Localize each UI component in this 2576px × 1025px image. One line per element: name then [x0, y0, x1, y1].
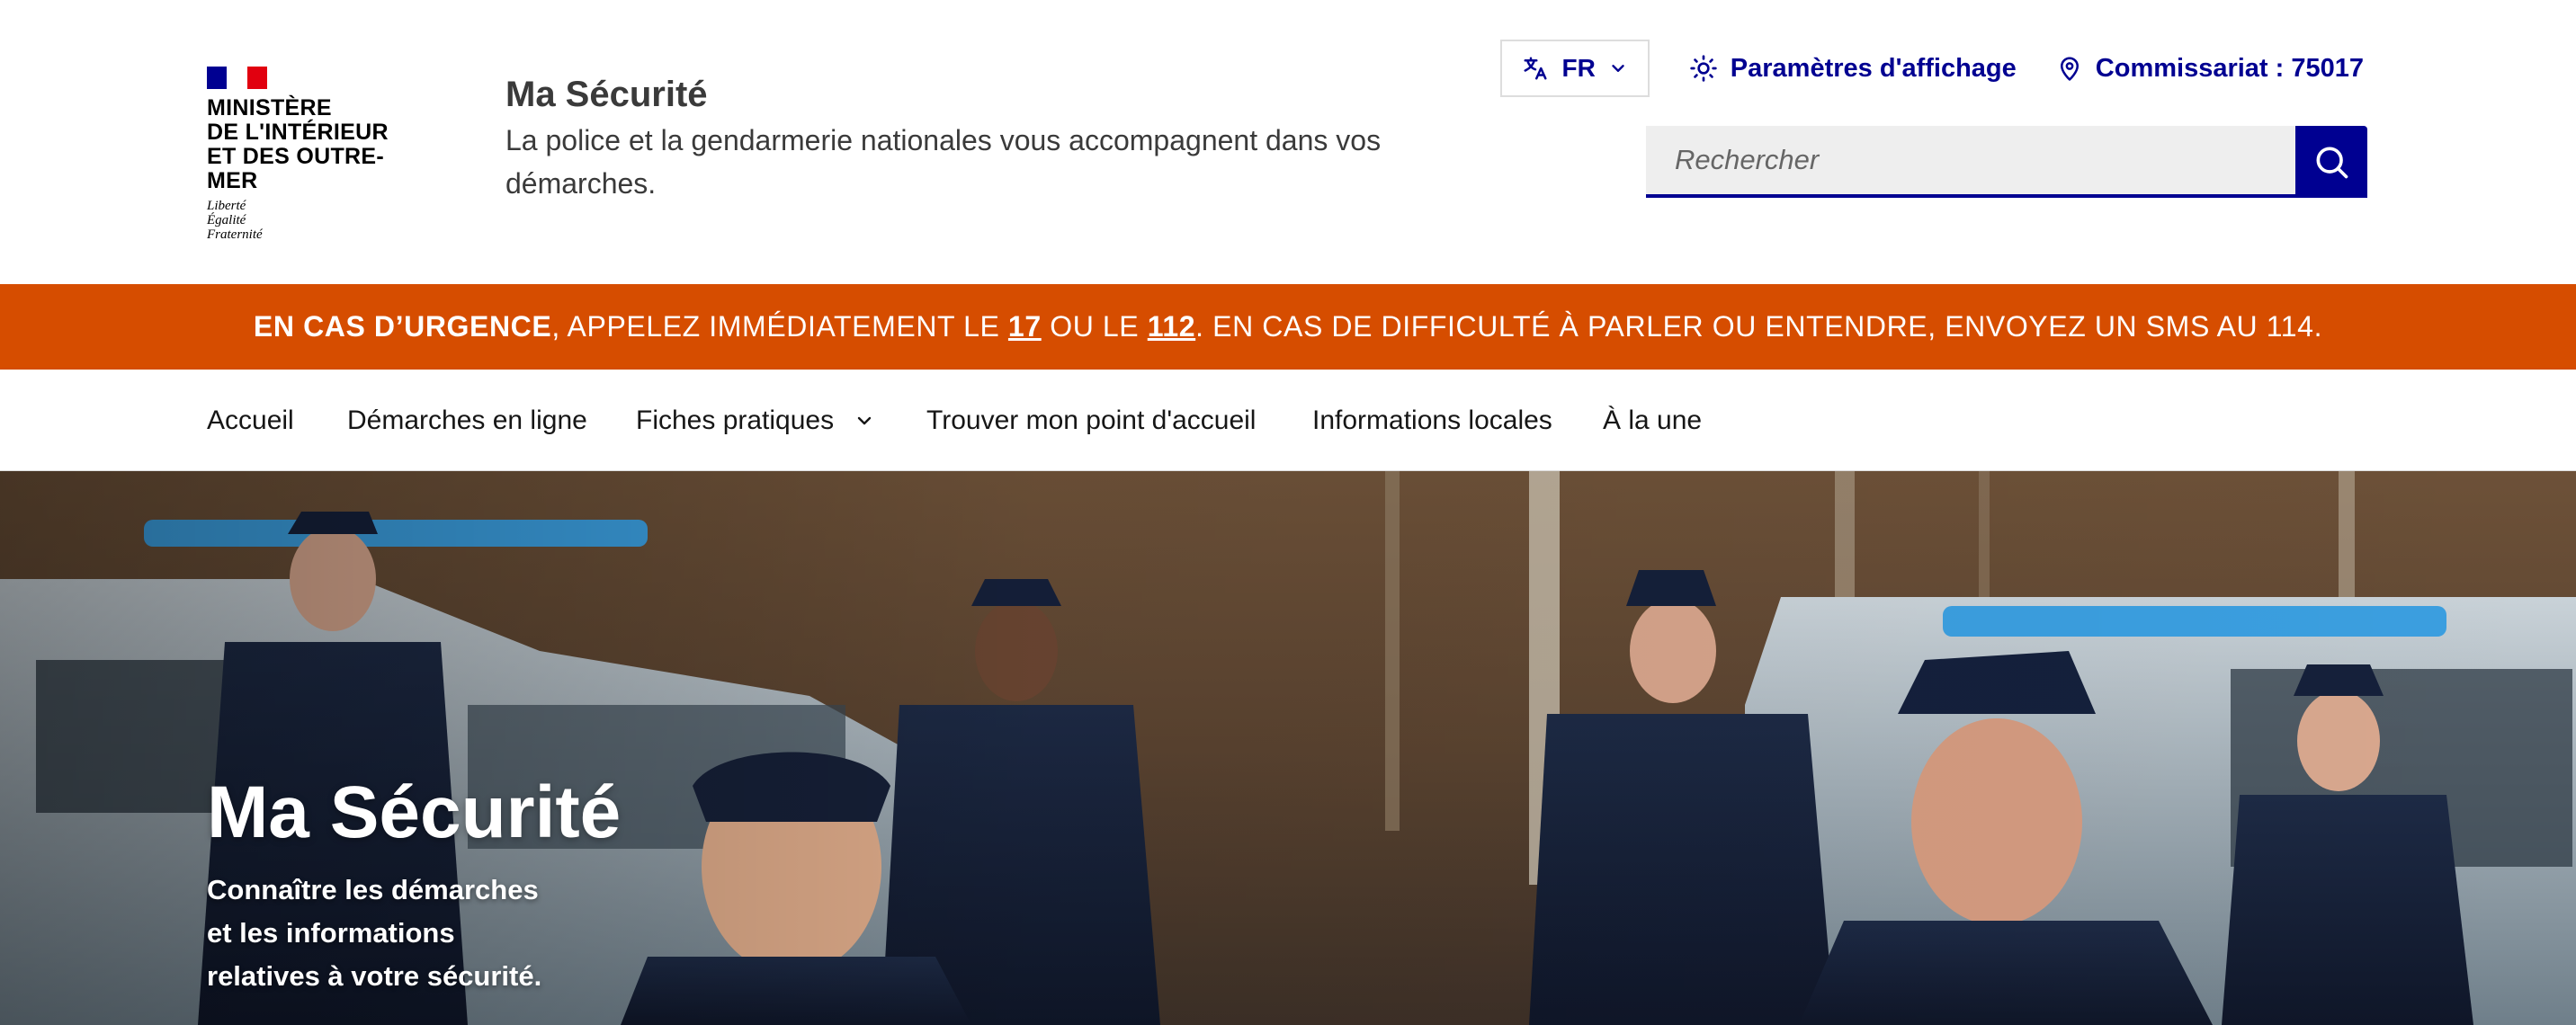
- emergency-text: , APPELEZ IMMÉDIATEMENT LE: [551, 310, 1008, 343]
- nav-item-label: À la une: [1603, 405, 1703, 435]
- nav-item-label: Démarches en ligne: [347, 405, 587, 435]
- main-navigation: Accueil Démarches en ligne Fiches pratiq…: [0, 370, 2576, 471]
- nav-item-label: Trouver mon point d'accueil: [926, 405, 1257, 435]
- ministry-name-line: MINISTÈRE: [207, 95, 332, 120]
- nav-item-demarches-en-ligne[interactable]: Démarches en ligne: [347, 370, 587, 471]
- nav-item-trouver-point-accueil[interactable]: Trouver mon point d'accueil: [926, 370, 1256, 471]
- emergency-text: OU LE: [1041, 310, 1148, 343]
- emergency-banner: EN CAS D’URGENCE, APPELEZ IMMÉDIATEMENT …: [0, 284, 2576, 370]
- hero-subtitle-line: et les informations: [207, 917, 455, 949]
- site-brand[interactable]: Ma Sécurité La police et la gendarmerie …: [505, 70, 1441, 205]
- site-tagline: La police et la gendarmerie nationales v…: [505, 124, 1382, 200]
- site-title[interactable]: Ma Sécurité: [505, 70, 1441, 119]
- search-icon: [2316, 147, 2348, 179]
- french-flag-icon: [207, 67, 267, 89]
- hero-text-block: Ma Sécurité Connaître les démarches et l…: [207, 771, 621, 998]
- motto-line: Liberté: [207, 199, 246, 213]
- nav-item-fiches-pratiques[interactable]: Fiches pratiques: [636, 370, 875, 471]
- site-header: MINISTÈRE DE L'INTÉRIEUR ET DES OUTRE-ME…: [0, 0, 2576, 284]
- search-bar: [1646, 126, 2367, 198]
- nav-item-a-la-une[interactable]: À la une: [1603, 370, 1702, 471]
- hero-banner: Ma Sécurité Connaître les démarches et l…: [0, 471, 2576, 1025]
- map-pin-icon: [2060, 57, 2079, 81]
- nav-item-label: Informations locales: [1312, 405, 1552, 435]
- republic-motto: Liberté Égalité Fraternité: [207, 199, 432, 242]
- ministry-logo[interactable]: MINISTÈRE DE L'INTÉRIEUR ET DES OUTRE-ME…: [207, 67, 432, 242]
- hero-subtitle-line: Connaître les démarches: [207, 874, 539, 905]
- chevron-down-icon: [857, 416, 872, 424]
- hero-title: Ma Sécurité: [207, 771, 622, 853]
- ministry-name-line: DE L'INTÉRIEUR: [207, 120, 389, 145]
- display-settings-link[interactable]: Paramètres d'affichage: [1689, 54, 2017, 84]
- emergency-number-17-link[interactable]: 17: [1008, 310, 1042, 343]
- language-label: FR: [1561, 54, 1596, 82]
- ministry-name-line: ET DES OUTRE-MER: [207, 144, 384, 193]
- chevron-down-icon: [1612, 65, 1624, 72]
- hero-subtitle: Connaître les démarches et les informati…: [207, 869, 621, 998]
- nav-item-informations-locales[interactable]: Informations locales: [1312, 370, 1552, 471]
- emergency-heading: EN CAS D’URGENCE: [253, 310, 552, 343]
- search-button[interactable]: [2295, 126, 2367, 198]
- translate-icon: [1524, 57, 1547, 80]
- commissariat-label: Commissariat : 75017: [2095, 53, 2364, 83]
- language-selector[interactable]: FR: [1500, 40, 1650, 97]
- nav-item-label: Fiches pratiques: [636, 405, 835, 435]
- display-settings-label: Paramètres d'affichage: [1730, 53, 2017, 83]
- motto-line: Égalité: [207, 213, 246, 227]
- header-tools: FR Paramètres d'affichage Commissariat :…: [1500, 40, 2364, 97]
- hero-subtitle-line: relatives à votre sécurité.: [207, 960, 542, 992]
- emergency-text: . EN CAS DE DIFFICULTÉ À PARLER OU ENTEN…: [1195, 310, 2323, 343]
- search-input[interactable]: [1646, 126, 2295, 198]
- nav-item-label: Accueil: [207, 405, 294, 435]
- emergency-number-112-link[interactable]: 112: [1148, 310, 1195, 343]
- commissariat-link[interactable]: Commissariat : 75017: [2056, 54, 2364, 84]
- sun-icon: [1690, 55, 1717, 82]
- motto-line: Fraternité: [207, 227, 263, 242]
- nav-item-accueil[interactable]: Accueil: [207, 370, 294, 471]
